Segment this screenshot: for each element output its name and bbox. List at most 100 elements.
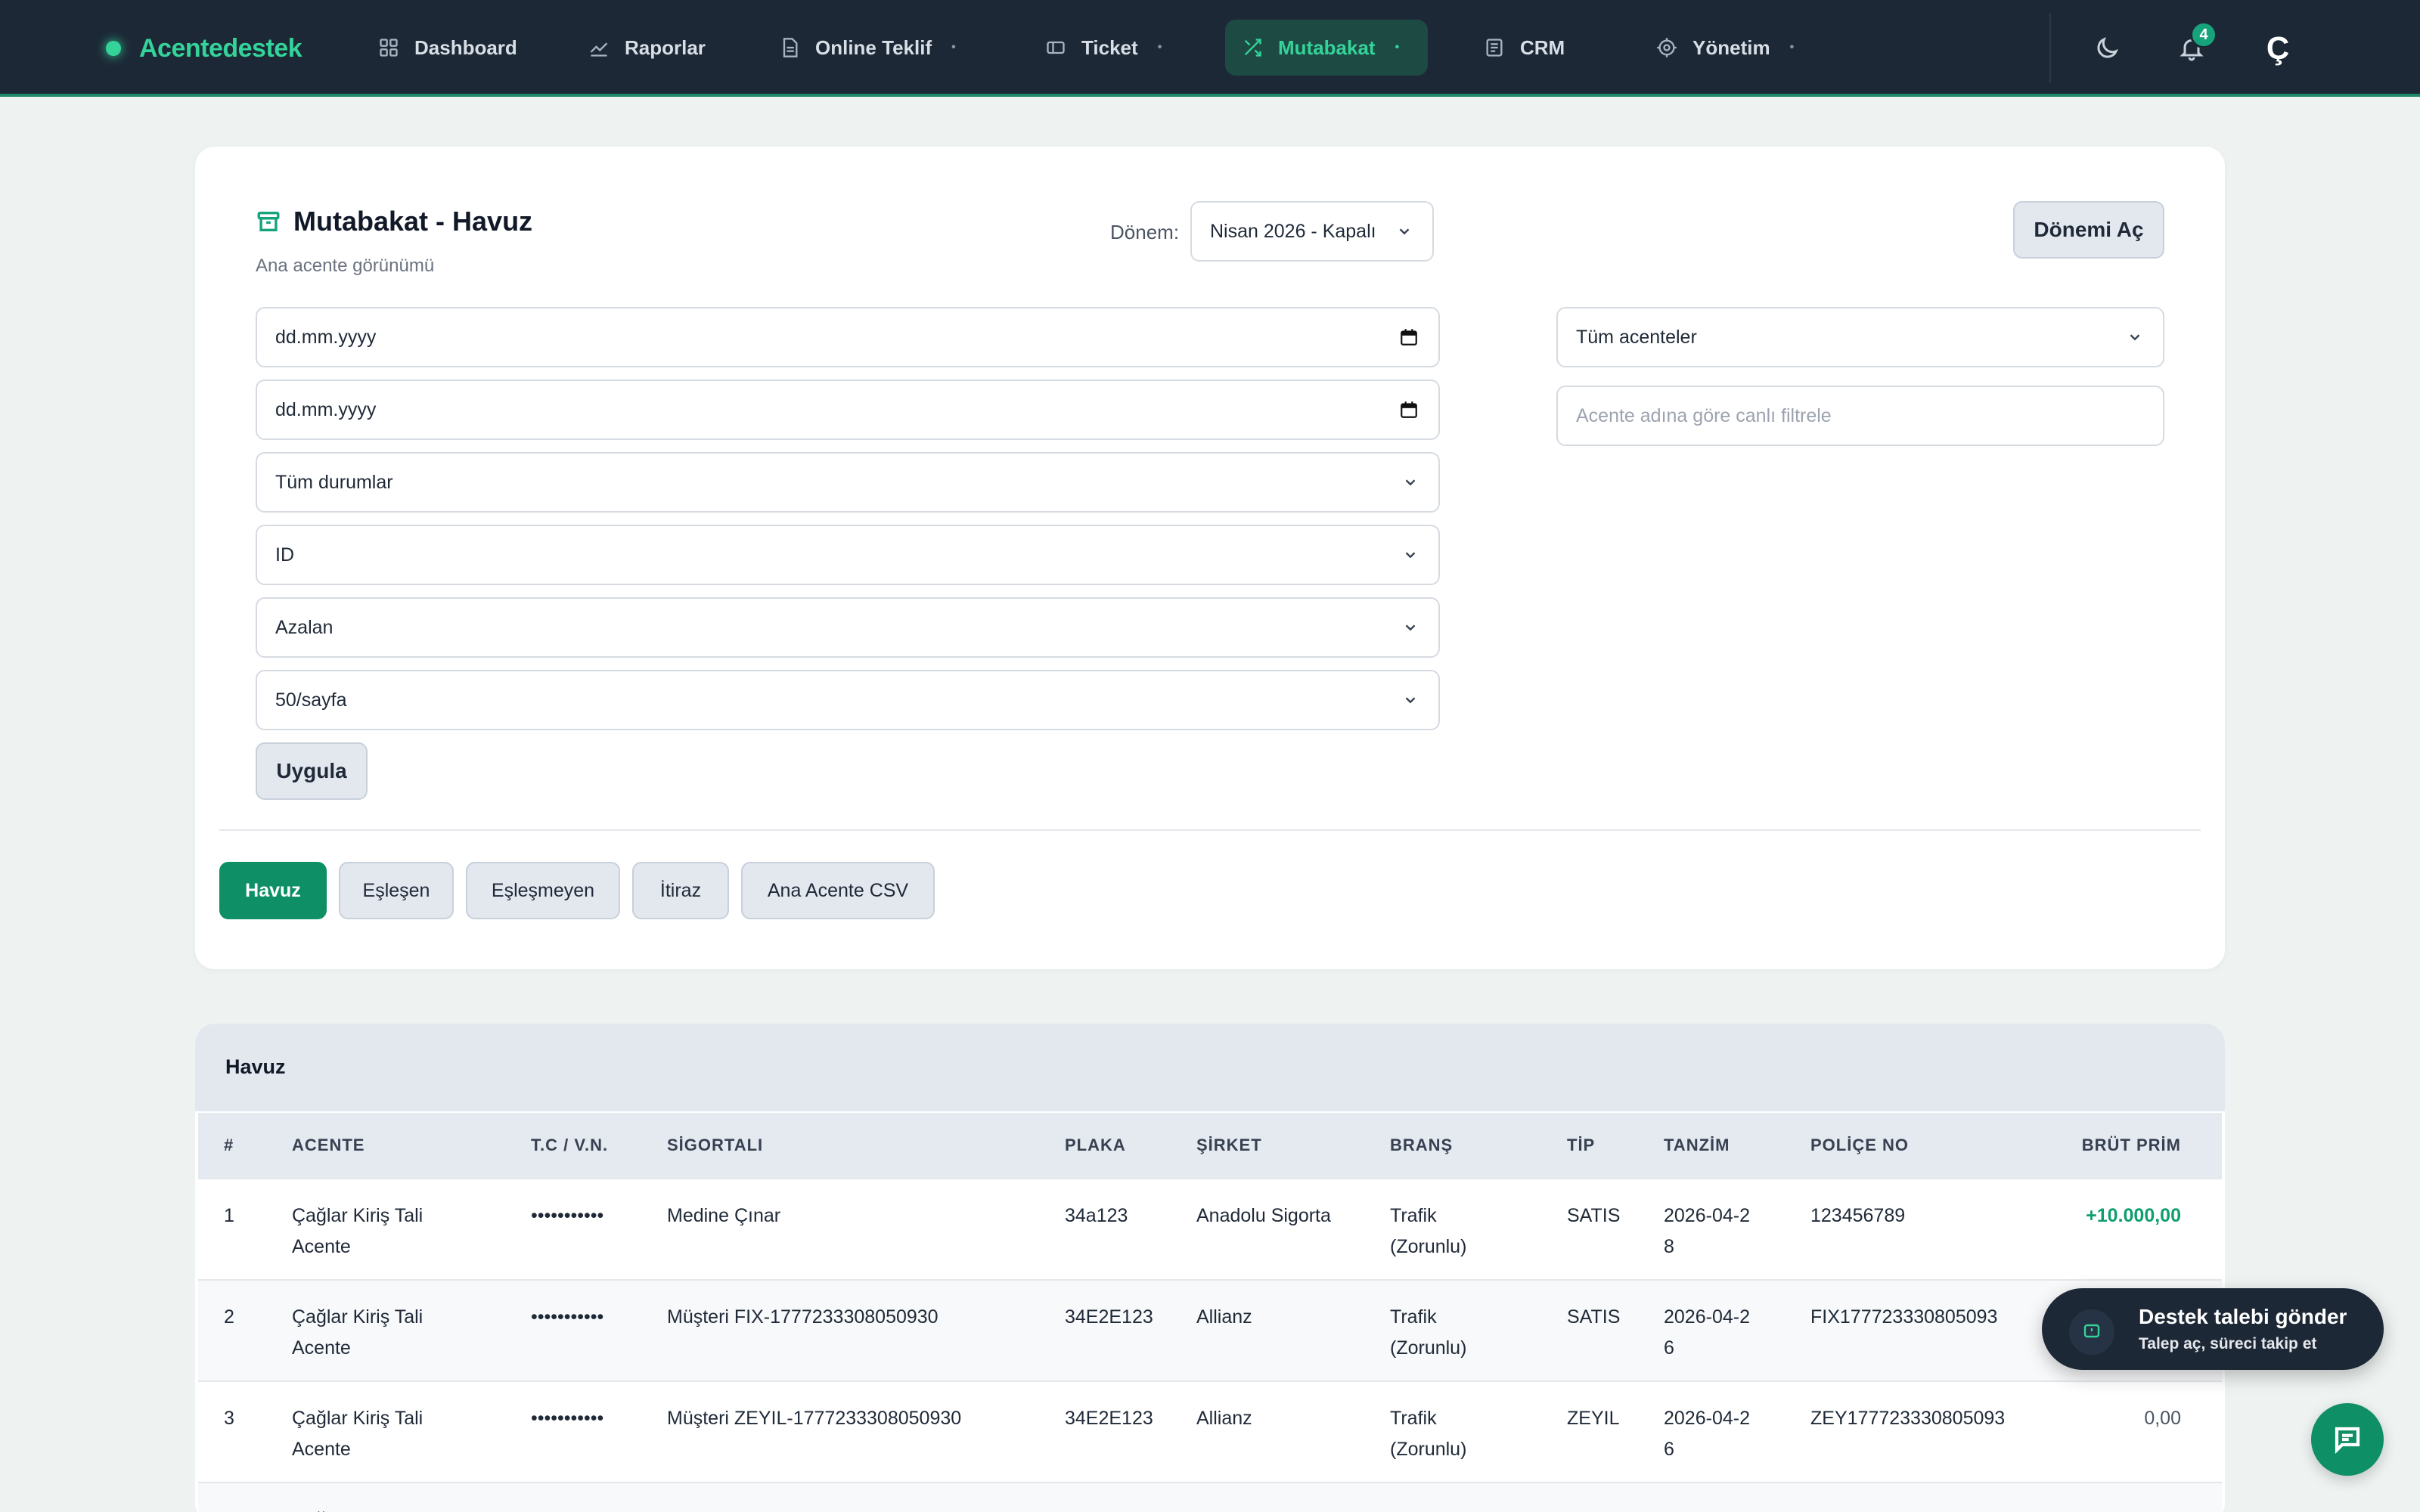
column-header-plaka[interactable]: PLAKA <box>1065 1113 1126 1178</box>
column-header-tc[interactable]: T.C / V.N. <box>531 1113 608 1178</box>
cell-tanzim: 2026-04-26 <box>1664 1306 1750 1359</box>
chat-button[interactable] <box>2311 1403 2384 1476</box>
column-header-acente[interactable]: ACENTE <box>292 1113 365 1178</box>
cell-police-no: 123456789 <box>1810 1205 1906 1226</box>
column-header-tanzim[interactable]: TANZİM <box>1664 1113 1730 1178</box>
message-alert-icon <box>2069 1309 2114 1355</box>
tab-havuz[interactable]: Havuz <box>219 862 327 919</box>
sort-field-select[interactable]: ID <box>256 525 1440 585</box>
cell-brut-prim: -1.234.567,00 <box>2065 1504 2181 1512</box>
page-size-value: 50/sayfa <box>275 689 347 711</box>
table-row[interactable]: 2 Çağlar Kiriş Tali Acente ••••••••••• M… <box>198 1279 2222 1380</box>
nav-item-label: Raporlar <box>625 36 706 59</box>
cell-sirket: Anadolu Sigorta <box>1196 1205 1331 1226</box>
pool-table-card: Havuz # ACENTE T.C / V.N. SİGORTALI PLAK… <box>195 1024 2225 1512</box>
cell-no: 3 <box>224 1408 234 1429</box>
cell-sigortali: Müşteri FIX-1777233308050930 <box>667 1306 939 1328</box>
agency-select[interactable]: Tüm acenteler <box>1556 307 2164 367</box>
calendar-icon[interactable] <box>1399 327 1419 347</box>
tab-eslesen[interactable]: Eşleşen <box>339 862 454 919</box>
nav-item-label: CRM <box>1520 36 1565 59</box>
cell-acente: Çağlar Kiriş Tali Acente <box>292 1408 424 1460</box>
crm-icon <box>1484 37 1505 58</box>
page-subtitle: Ana acente görünümü <box>256 256 435 276</box>
support-title: Destek talebi gönder <box>2139 1305 2347 1328</box>
calendar-icon[interactable] <box>1399 400 1419 420</box>
nav-item-mutabakat[interactable]: Mutabakat • <box>1225 20 1428 76</box>
top-navbar: Acentedestek Dashboard Raporlar Online T… <box>0 0 2420 97</box>
agency-filter-placeholder: Acente adına göre canlı filtrele <box>1576 404 1832 426</box>
cell-brans: Trafik (Zorunlu) <box>1390 1306 1467 1359</box>
gear-icon <box>1656 37 1677 58</box>
cell-acente: Çağlar Kiriş Tali Acente <box>292 1205 424 1257</box>
cell-tc: ••••••••••• <box>531 1408 604 1429</box>
apply-button[interactable]: Uygula <box>256 742 368 800</box>
sort-field-value: ID <box>275 544 294 565</box>
table-row[interactable]: 1 Çağlar Kiriş Tali Acente ••••••••••• M… <box>198 1178 2222 1279</box>
donem-select[interactable]: Nisan 2026 - Kapalı <box>1190 201 1434 262</box>
brand-logo[interactable]: Acentedestek <box>106 30 302 67</box>
open-period-button[interactable]: Dönemi Aç <box>2013 201 2164 259</box>
start-date-input[interactable]: dd.mm.yyyy <box>256 307 1440 367</box>
cell-acente: Çağlar Kiriş Tali Acente <box>292 1504 443 1512</box>
tab-ana-acente-csv[interactable]: Ana Acente CSV <box>741 862 935 919</box>
cell-acente: Çağlar Kiriş Tali Acente <box>292 1306 424 1359</box>
nav-item-online-teklif[interactable]: Online Teklif • <box>762 20 973 76</box>
chevron-down-icon <box>1402 474 1419 491</box>
nav-item-label: Online Teklif <box>815 36 932 59</box>
cell-sirket: Allianz <box>1196 1504 1252 1512</box>
support-subtitle: Talep aç, süreci takip et <box>2139 1335 2317 1352</box>
nav-item-yonetim[interactable]: Yönetim • <box>1640 20 1810 76</box>
nav-divider <box>2049 14 2051 83</box>
cell-tip: SATIS <box>1567 1306 1621 1328</box>
column-header-no[interactable]: # <box>224 1113 234 1178</box>
nav-item-raporlar[interactable]: Raporlar <box>572 20 722 76</box>
end-date-value: dd.mm.yyyy <box>275 398 377 420</box>
sort-order-value: Azalan <box>275 616 334 638</box>
cell-tanzim: 2026-04-26 <box>1664 1504 1754 1512</box>
nav-item-label: Dashboard <box>414 36 517 59</box>
chevron-down-icon <box>1402 547 1419 563</box>
cell-brans: Trafik (Zorunlu) <box>1390 1205 1467 1257</box>
cell-tip: SATIS <box>1567 1205 1621 1226</box>
end-date-input[interactable]: dd.mm.yyyy <box>256 380 1440 440</box>
donem-label: Dönem: <box>1110 221 1180 243</box>
nav-item-dashboard[interactable]: Dashboard <box>361 20 534 76</box>
cell-police-no: IPT177723330805093 <box>1810 1504 1997 1512</box>
ticket-icon <box>1045 37 1066 58</box>
cell-sigortali: Müşteri IPTAL-1777233308050930 <box>667 1504 960 1512</box>
theme-toggle-button[interactable] <box>2089 30 2125 67</box>
tab-itiraz[interactable]: İtiraz <box>632 862 729 919</box>
column-header-brans[interactable]: BRANŞ <box>1390 1113 1453 1178</box>
support-request-button[interactable]: Destek talebi gönder Talep aç, süreci ta… <box>2042 1288 2384 1370</box>
cell-sigortali: Medine Çınar <box>667 1205 781 1226</box>
table-header-bar <box>195 1024 2225 1111</box>
column-header-sirket[interactable]: ŞİRKET <box>1196 1113 1262 1178</box>
agency-filter-input[interactable]: Acente adına göre canlı filtrele <box>1556 386 2164 446</box>
cell-tc: ••••••••••• <box>531 1205 604 1226</box>
user-avatar[interactable]: Ç <box>2263 27 2293 70</box>
brand-name: Acentedestek <box>139 33 302 63</box>
table-row[interactable]: 4 Çağlar Kiriş Tali Acente ••••••••••• M… <box>198 1482 2222 1512</box>
status-select-value: Tüm durumlar <box>275 471 393 493</box>
cell-no: 2 <box>224 1306 234 1328</box>
table-row[interactable]: 3 Çağlar Kiriş Tali Acente ••••••••••• M… <box>198 1380 2222 1482</box>
nav-item-crm[interactable]: CRM <box>1467 20 1581 76</box>
page-size-select[interactable]: 50/sayfa <box>256 670 1440 730</box>
chevron-down-icon: • <box>1157 41 1162 54</box>
status-select[interactable]: Tüm durumlar <box>256 452 1440 513</box>
page-title-text: Mutabakat - Havuz <box>293 206 533 237</box>
card-divider <box>219 829 2201 831</box>
nav-item-ticket[interactable]: Ticket • <box>1028 20 1178 76</box>
column-header-brut-prim[interactable]: BRÜT PRİM <box>2082 1113 2181 1178</box>
tab-eslesmeyen[interactable]: Eşleşmeyen <box>466 862 620 919</box>
column-header-sigortali[interactable]: SİGORTALI <box>667 1113 763 1178</box>
column-header-tip[interactable]: TİP <box>1567 1113 1595 1178</box>
cell-sirket: Allianz <box>1196 1306 1252 1328</box>
cell-sirket: Allianz <box>1196 1408 1252 1429</box>
cell-plaka: 34E2E123 <box>1065 1306 1153 1328</box>
cell-tip: IPTAL <box>1567 1504 1618 1512</box>
page-title: Mutabakat - Havuz <box>256 206 532 237</box>
column-header-police-no[interactable]: POLİÇE NO <box>1810 1113 1909 1178</box>
sort-order-select[interactable]: Azalan <box>256 597 1440 658</box>
